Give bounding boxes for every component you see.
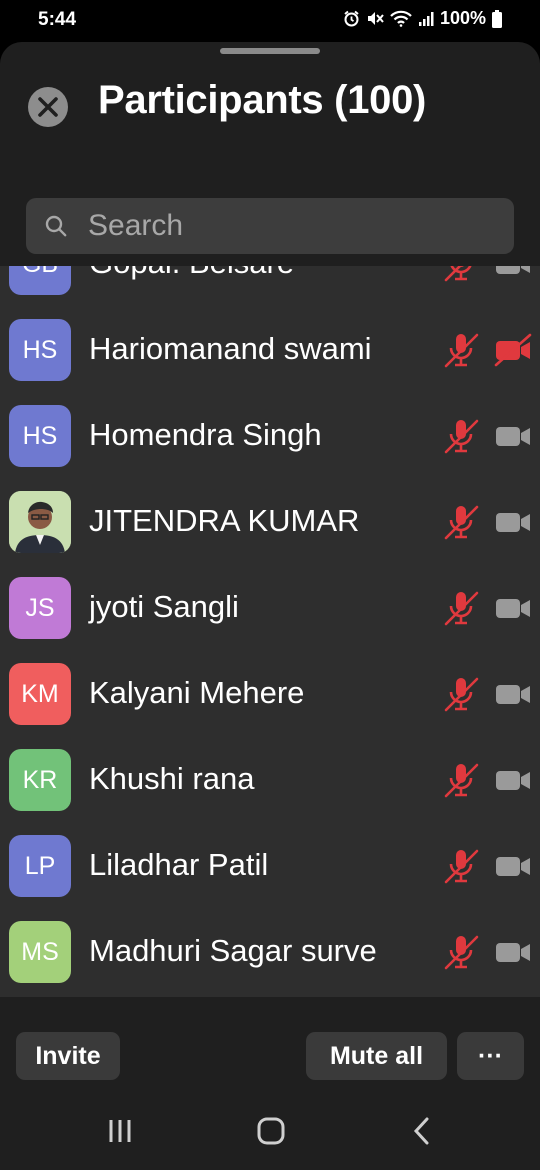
profile-photo: [9, 491, 71, 553]
video-icon: [494, 266, 532, 281]
search-input[interactable]: [86, 208, 490, 244]
participant-name: Homendra Singh: [89, 417, 322, 452]
participant-name: Hariomanand swami: [89, 331, 372, 366]
video-off-icon: [494, 333, 532, 367]
battery-icon: [492, 9, 502, 28]
close-icon: [38, 97, 58, 117]
mic-muted-icon: [442, 589, 480, 627]
mic-muted-icon: [442, 761, 480, 799]
status-icons: 100%: [343, 8, 502, 29]
mute-icon: [367, 12, 384, 25]
participant-row[interactable]: MS Madhuri Sagar surve: [0, 909, 540, 995]
avatar: KM: [9, 663, 71, 725]
video-icon: [494, 763, 532, 797]
participant-row[interactable]: LP Liladhar Patil: [0, 823, 540, 909]
participant-name: Liladhar Patil: [89, 847, 269, 882]
recents-icon: [109, 1120, 131, 1142]
participant-name: jyoti Sangli: [89, 589, 239, 624]
participant-name: Madhuri Sagar surve: [89, 933, 377, 968]
wifi-icon: [390, 10, 412, 27]
avatar: MS: [9, 921, 71, 983]
mute-all-button[interactable]: Mute all: [306, 1032, 447, 1080]
signal-icon: [418, 11, 434, 26]
close-button[interactable]: [28, 87, 68, 127]
video-icon: [494, 419, 532, 453]
participant-list[interactable]: GB Gopal. Belsare HS Hariomanand swami HS Hom…: [0, 266, 540, 997]
status-bar: 5:44 100%: [0, 0, 540, 40]
home-icon: [257, 1117, 285, 1145]
video-icon: [494, 591, 532, 625]
participants-sheet: Participants (100) GB Gopal. Belsare HS Har…: [0, 42, 540, 1170]
participant-row[interactable]: JS jyoti Sangli: [0, 565, 540, 651]
page-title: Participants (100): [98, 78, 427, 122]
search-icon: [44, 213, 70, 239]
mic-muted-icon: [442, 933, 480, 971]
participant-row[interactable]: HS Homendra Singh: [0, 393, 540, 479]
avatar: LP: [9, 835, 71, 897]
avatar: KR: [9, 749, 71, 811]
video-icon: [494, 849, 532, 883]
video-icon: [494, 935, 532, 969]
mic-muted-icon: [442, 675, 480, 713]
mic-muted-icon: [442, 417, 480, 455]
alarm-icon: [344, 10, 359, 27]
more-options-button[interactable]: ···: [457, 1032, 524, 1080]
battery-percent: 100%: [439, 8, 486, 28]
mic-muted-icon: [442, 503, 480, 541]
video-icon: [494, 505, 532, 539]
drag-handle[interactable]: [220, 48, 320, 54]
video-icon: [494, 677, 532, 711]
participant-row[interactable]: KR Khushi rana: [0, 737, 540, 823]
participant-name: Kalyani Mehere: [89, 675, 305, 710]
avatar: HS: [9, 405, 71, 467]
mic-muted-icon: [442, 331, 480, 369]
participant-row[interactable]: JITENDRA KUMAR: [0, 479, 540, 565]
participant-name: JITENDRA KUMAR: [89, 503, 360, 538]
mic-muted-icon: [442, 266, 480, 283]
participant-name: Khushi rana: [89, 761, 255, 796]
participant-name: Gopal. Belsare: [89, 266, 294, 281]
avatar: HS: [9, 319, 71, 381]
status-time: 5:44: [38, 9, 77, 30]
avatar: GB: [9, 266, 71, 295]
back-button[interactable]: [402, 1114, 442, 1148]
recent-apps-button[interactable]: [100, 1114, 140, 1148]
bottom-toolbar: Invite Mute all ···: [0, 997, 540, 1092]
mic-muted-icon: [442, 847, 480, 885]
system-nav-bar: [0, 1092, 540, 1170]
avatar: [9, 491, 71, 553]
search-bar[interactable]: [26, 198, 514, 254]
participant-row[interactable]: GB Gopal. Belsare: [0, 266, 540, 307]
invite-button[interactable]: Invite: [16, 1032, 120, 1080]
participant-row[interactable]: HS Hariomanand swami: [0, 307, 540, 393]
avatar: JS: [9, 577, 71, 639]
back-icon: [413, 1117, 429, 1145]
participant-row[interactable]: KM Kalyani Mehere: [0, 651, 540, 737]
home-button[interactable]: [251, 1114, 291, 1148]
